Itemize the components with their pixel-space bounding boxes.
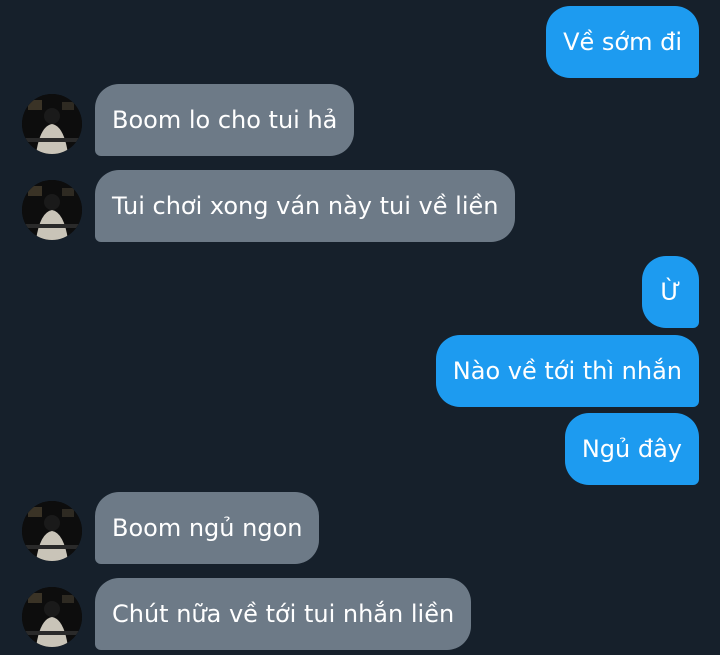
contact-avatar[interactable] xyxy=(22,180,82,240)
message-bubble-sent[interactable]: Ừ xyxy=(642,256,699,328)
message-text: Boom lo cho tui hả xyxy=(112,106,338,134)
message-text: Boom ngủ ngon xyxy=(112,514,303,542)
message-bubble-sent[interactable]: Về sớm đi xyxy=(546,6,699,78)
message-bubble-received[interactable]: Boom ngủ ngon xyxy=(95,492,320,564)
message-text: Nào về tới thì nhắn xyxy=(452,357,682,385)
message-bubble-received[interactable]: Boom lo cho tui hả xyxy=(95,84,355,156)
message-text: Tui chơi xong ván này tui về liền xyxy=(112,192,499,220)
message-text: Ngủ đây xyxy=(581,435,682,463)
contact-avatar[interactable] xyxy=(22,501,82,561)
message-text: Về sớm đi xyxy=(563,28,682,56)
message-text: Chút nữa về tới tui nhắn liền xyxy=(112,600,455,628)
contact-avatar[interactable] xyxy=(22,94,82,154)
message-text: Ừ xyxy=(660,278,681,306)
message-bubble-received[interactable]: Tui chơi xong ván này tui về liền xyxy=(95,170,516,242)
message-bubble-sent[interactable]: Ngủ đây xyxy=(564,413,699,485)
contact-avatar[interactable] xyxy=(22,587,82,647)
message-bubble-sent[interactable]: Nào về tới thì nhắn xyxy=(435,335,699,407)
message-bubble-received[interactable]: Chút nữa về tới tui nhắn liền xyxy=(95,578,472,650)
